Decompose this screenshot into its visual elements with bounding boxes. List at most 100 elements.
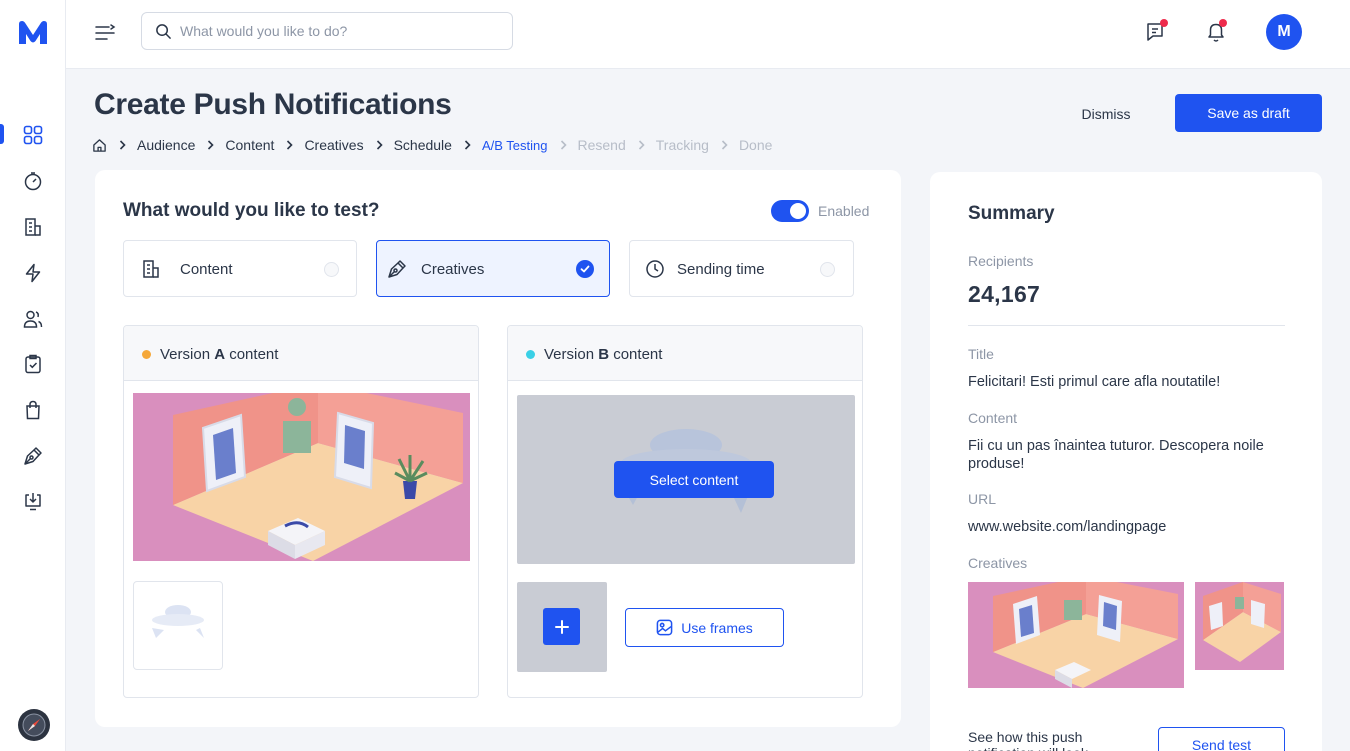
summary-creative-a[interactable] [968,582,1184,688]
ufo-placeholder-icon [152,605,204,638]
breadcrumb-content[interactable]: Content [225,137,274,153]
ab-test-toggle-label: Enabled [818,203,870,219]
chevron-right-icon [207,140,215,150]
breadcrumb-schedule[interactable]: Schedule [394,137,452,153]
add-creative-tile[interactable] [517,582,607,672]
breadcrumb-ab-testing[interactable]: A/B Testing [482,138,548,153]
test-option-sending-time[interactable]: Sending time [629,240,854,297]
creatives-label: Creatives [968,555,1028,571]
url-label: URL [968,491,997,507]
notifications-notification-dot [1219,19,1227,27]
use-frames-button[interactable]: Use frames [625,608,784,647]
sidebar [0,0,66,751]
search-icon [156,23,171,39]
grid-icon [23,125,43,145]
version-a-header: Version A content [124,326,478,381]
chevron-right-icon [464,140,471,150]
page-title: Create Push Notifications [94,88,452,121]
save-draft-button[interactable]: Save as draft [1175,94,1322,132]
download-icon [25,493,41,511]
clock-icon [645,259,665,279]
version-b-card: Version B content Select content Use fra… [507,325,863,698]
test-question-title: What would you like to test? [123,200,380,221]
title-label: Title [968,346,994,362]
send-test-button[interactable]: Send test [1158,727,1285,751]
breadcrumb-creatives[interactable]: Creatives [304,137,363,153]
chevron-right-icon [286,140,294,150]
sidebar-item-reports[interactable] [21,215,45,239]
breadcrumb: Audience Content Creatives Schedule A/B … [92,136,772,154]
test-option-label: Content [180,261,233,278]
version-b-dot [526,350,535,359]
chevron-right-icon [376,140,383,150]
plus-icon[interactable] [543,608,580,645]
search-input[interactable] [180,23,500,39]
menu-toggle-icon[interactable] [94,22,116,44]
messages-notification-dot [1160,19,1168,27]
breadcrumb-done: Done [738,137,773,153]
sidebar-item-downloads[interactable] [21,489,45,513]
users-icon [23,310,43,328]
sidebar-item-audience[interactable] [21,307,45,331]
version-b-title: Version B content [544,346,663,363]
sidebar-item-creatives[interactable] [21,444,45,468]
bag-icon [26,400,40,420]
sidebar-item-analytics[interactable] [21,169,45,193]
send-test-description: See how this push notification will look [968,729,1088,751]
gauge-icon [24,172,42,191]
version-b-header: Version B content [508,326,862,381]
check-circle-icon [576,260,594,278]
home-icon[interactable] [92,138,107,153]
creative-thumbnail-a[interactable] [133,581,223,670]
pen-tool-icon [387,259,407,279]
chevron-right-icon [721,140,728,150]
version-a-dot [142,350,151,359]
breadcrumb-audience[interactable]: Audience [137,137,195,153]
sidebar-item-tasks[interactable] [21,352,45,376]
summary-divider [968,325,1285,326]
document-chart-icon [25,218,41,236]
test-option-radio[interactable] [324,262,339,277]
image-icon [656,619,673,636]
content-label: Content [968,410,1018,426]
creative-placeholder-b: Select content [517,395,855,564]
logo-icon[interactable] [17,20,49,46]
recipients-label: Recipients [968,253,1034,269]
breadcrumb-resend: Resend [577,137,626,153]
messages-button[interactable] [1143,18,1171,46]
test-option-radio[interactable] [820,262,835,277]
chevron-right-icon [560,140,567,150]
compass-icon[interactable] [18,709,50,741]
ab-test-toggle[interactable] [771,200,809,222]
test-option-label: Creatives [421,261,485,278]
top-bar: M [66,0,1350,69]
creative-image-a[interactable] [133,393,470,561]
clipboard-check-icon [25,354,41,374]
pen-tool-icon [24,447,42,465]
sidebar-item-automations[interactable] [21,261,45,285]
content-value: Fii cu un pas înaintea tuturor. Descoper… [968,438,1264,472]
notifications-button[interactable] [1202,18,1230,46]
sidebar-active-indicator [0,124,4,144]
select-content-button[interactable]: Select content [614,461,774,498]
test-option-label: Sending time [677,261,765,278]
chevron-right-icon [638,140,645,150]
summary-title: Summary [968,203,1055,224]
breadcrumb-tracking: Tracking [655,137,709,153]
lightning-icon [25,263,41,283]
summary-creative-thumbnail[interactable] [1195,582,1284,670]
search-bar[interactable] [141,12,513,50]
dismiss-button[interactable]: Dismiss [1060,98,1152,130]
test-option-content[interactable]: Content [123,240,357,297]
summary-panel: Summary Recipients 24,167 Title Felicita… [930,172,1322,751]
recipients-count: 24,167 [968,281,1041,307]
version-a-card: Version A content [123,325,479,698]
url-value: www.website.com/landingpage [968,519,1167,535]
sidebar-item-shop[interactable] [21,398,45,422]
avatar[interactable]: M [1266,14,1302,50]
version-a-title: Version A content [160,346,279,363]
test-option-creatives[interactable]: Creatives [376,240,610,297]
document-icon [141,259,161,279]
sidebar-item-dashboard[interactable] [21,123,45,147]
chevron-right-icon [119,140,126,150]
